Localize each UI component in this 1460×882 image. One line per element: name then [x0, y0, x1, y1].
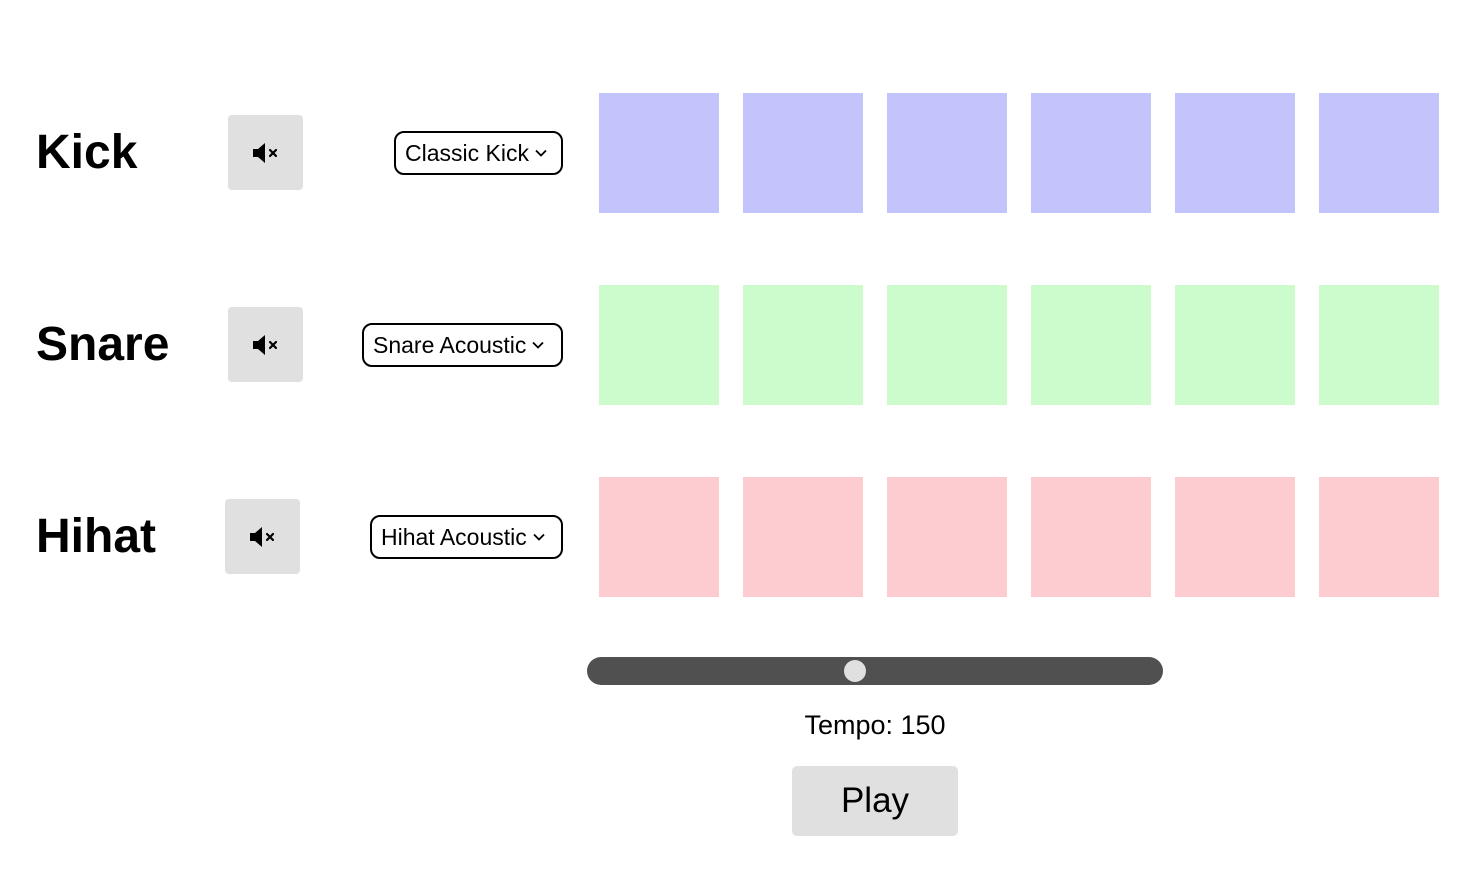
step-pad-kick-6[interactable] — [1319, 93, 1439, 213]
speaker-muted-icon — [251, 141, 281, 165]
step-pad-snare-1[interactable] — [599, 285, 719, 405]
tempo-slider[interactable] — [587, 657, 1163, 685]
sample-select-snare[interactable]: Snare Acoustic — [362, 323, 563, 367]
step-pad-hihat-6[interactable] — [1319, 477, 1439, 597]
step-pad-hihat-3[interactable] — [887, 477, 1007, 597]
step-pad-snare-3[interactable] — [887, 285, 1007, 405]
drum-sequencer: Kick Classic Kick Snare Snare Acoustic H… — [0, 0, 1460, 882]
track-name-kick: Kick — [36, 126, 138, 179]
step-pad-hihat-1[interactable] — [599, 477, 719, 597]
chevron-down-icon — [526, 341, 545, 349]
mute-button-hihat[interactable] — [225, 499, 300, 574]
speaker-muted-icon — [251, 333, 281, 357]
sample-select-kick[interactable]: Classic Kick — [394, 131, 563, 175]
chevron-down-icon — [529, 149, 547, 157]
step-pad-snare-6[interactable] — [1319, 285, 1439, 405]
step-pad-snare-5[interactable] — [1175, 285, 1295, 405]
chevron-down-icon — [527, 533, 545, 541]
step-pad-kick-5[interactable] — [1175, 93, 1295, 213]
mute-button-snare[interactable] — [228, 307, 303, 382]
track-name-snare: Snare — [36, 318, 170, 371]
mute-button-kick[interactable] — [228, 115, 303, 190]
play-button[interactable]: Play — [792, 766, 958, 836]
tempo-slider-thumb[interactable] — [843, 660, 866, 682]
step-pad-snare-2[interactable] — [743, 285, 863, 405]
tempo-label: Tempo: 150 — [804, 710, 946, 740]
sample-select-value: Snare Acoustic — [373, 331, 527, 358]
step-pad-kick-4[interactable] — [1031, 93, 1151, 213]
sample-select-hihat[interactable]: Hihat Acoustic — [370, 515, 563, 559]
step-pad-kick-2[interactable] — [743, 93, 863, 213]
sample-select-value: Classic Kick — [405, 139, 529, 166]
sample-select-value: Hihat Acoustic — [381, 523, 527, 550]
step-pad-hihat-5[interactable] — [1175, 477, 1295, 597]
step-pad-kick-3[interactable] — [887, 93, 1007, 213]
step-pad-kick-1[interactable] — [599, 93, 719, 213]
step-pad-hihat-2[interactable] — [743, 477, 863, 597]
step-pad-hihat-4[interactable] — [1031, 477, 1151, 597]
track-name-hihat: Hihat — [36, 510, 156, 563]
speaker-muted-icon — [248, 525, 278, 549]
step-pad-snare-4[interactable] — [1031, 285, 1151, 405]
